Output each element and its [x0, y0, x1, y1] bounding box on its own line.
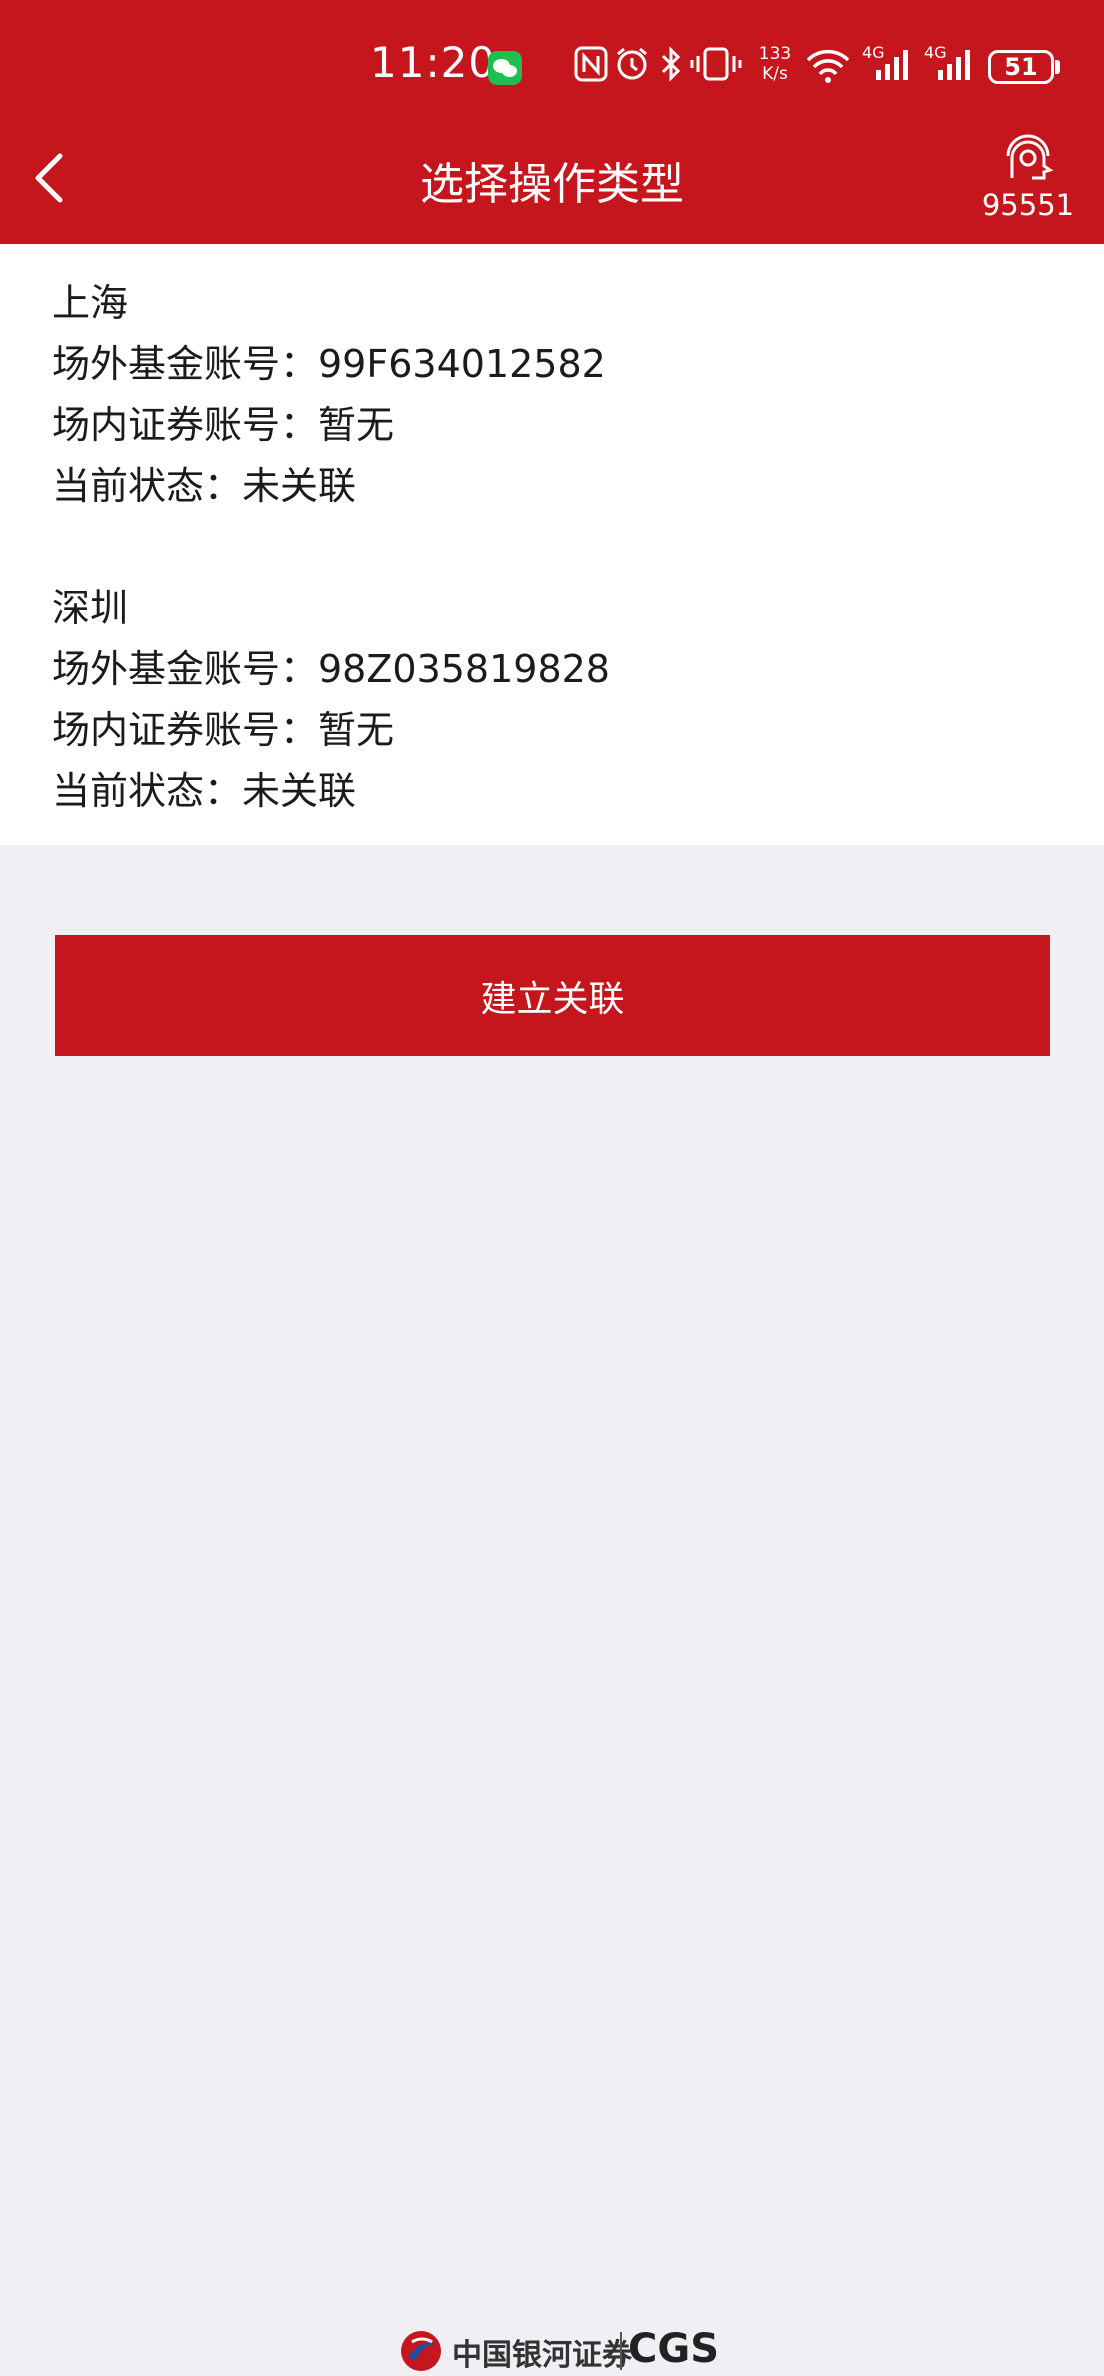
region-shenzhen: 深圳: [52, 586, 129, 630]
page-title: 选择操作类型: [420, 159, 684, 210]
hotline-number: 95551: [981, 188, 1075, 222]
wifi-icon: [805, 46, 851, 95]
wechat-icon: [488, 51, 522, 85]
region-shanghai: 上海: [52, 281, 129, 325]
account-info-panel: 上海 场外基金账号：99F634012582 场内证券账号：暂无 当前状态：未关…: [0, 244, 1104, 845]
battery-level: 51: [1004, 53, 1038, 81]
status-time: 11:20: [370, 38, 497, 87]
brand-name-en: CGS: [628, 2326, 719, 2372]
brand-name-cn: 中国银河证券: [452, 2338, 632, 2373]
establish-link-button[interactable]: 建立关联: [55, 935, 1050, 1056]
top-bar: 11:20 133 K/s 4G 4G 51 选择操作类型 95551: [0, 0, 1104, 244]
battery-tip: [1055, 60, 1060, 74]
headset-agent-icon: [1006, 134, 1054, 180]
bluetooth-icon: [660, 46, 682, 93]
net-speed-unit: K/s: [762, 64, 788, 84]
shanghai-status: 当前状态：未关联: [52, 464, 357, 508]
shenzhen-fund-account: 场外基金账号：98Z035819828: [52, 647, 610, 691]
brand-separator: [620, 2332, 622, 2370]
net-speed: 133 K/s: [757, 44, 793, 84]
shanghai-fund-account: 场外基金账号：99F634012582: [52, 342, 606, 386]
customer-service-button[interactable]: 95551: [975, 128, 1081, 238]
signal-2-icon: [934, 46, 976, 93]
signal-1-icon: [872, 46, 914, 93]
net-speed-value: 133: [758, 44, 792, 64]
cgs-logo-icon: [401, 2331, 441, 2371]
shenzhen-status: 当前状态：未关联: [52, 769, 357, 813]
shanghai-securities-account: 场内证券账号：暂无: [52, 403, 395, 447]
vibrate-icon: [690, 46, 744, 93]
status-bar: 11:20 133 K/s 4G 4G 51: [0, 0, 1104, 135]
nfc-icon: [574, 46, 608, 93]
battery-icon: 51: [988, 50, 1054, 84]
alarm-icon: [614, 46, 650, 93]
shenzhen-securities-account: 场内证券账号：暂无: [52, 708, 395, 752]
